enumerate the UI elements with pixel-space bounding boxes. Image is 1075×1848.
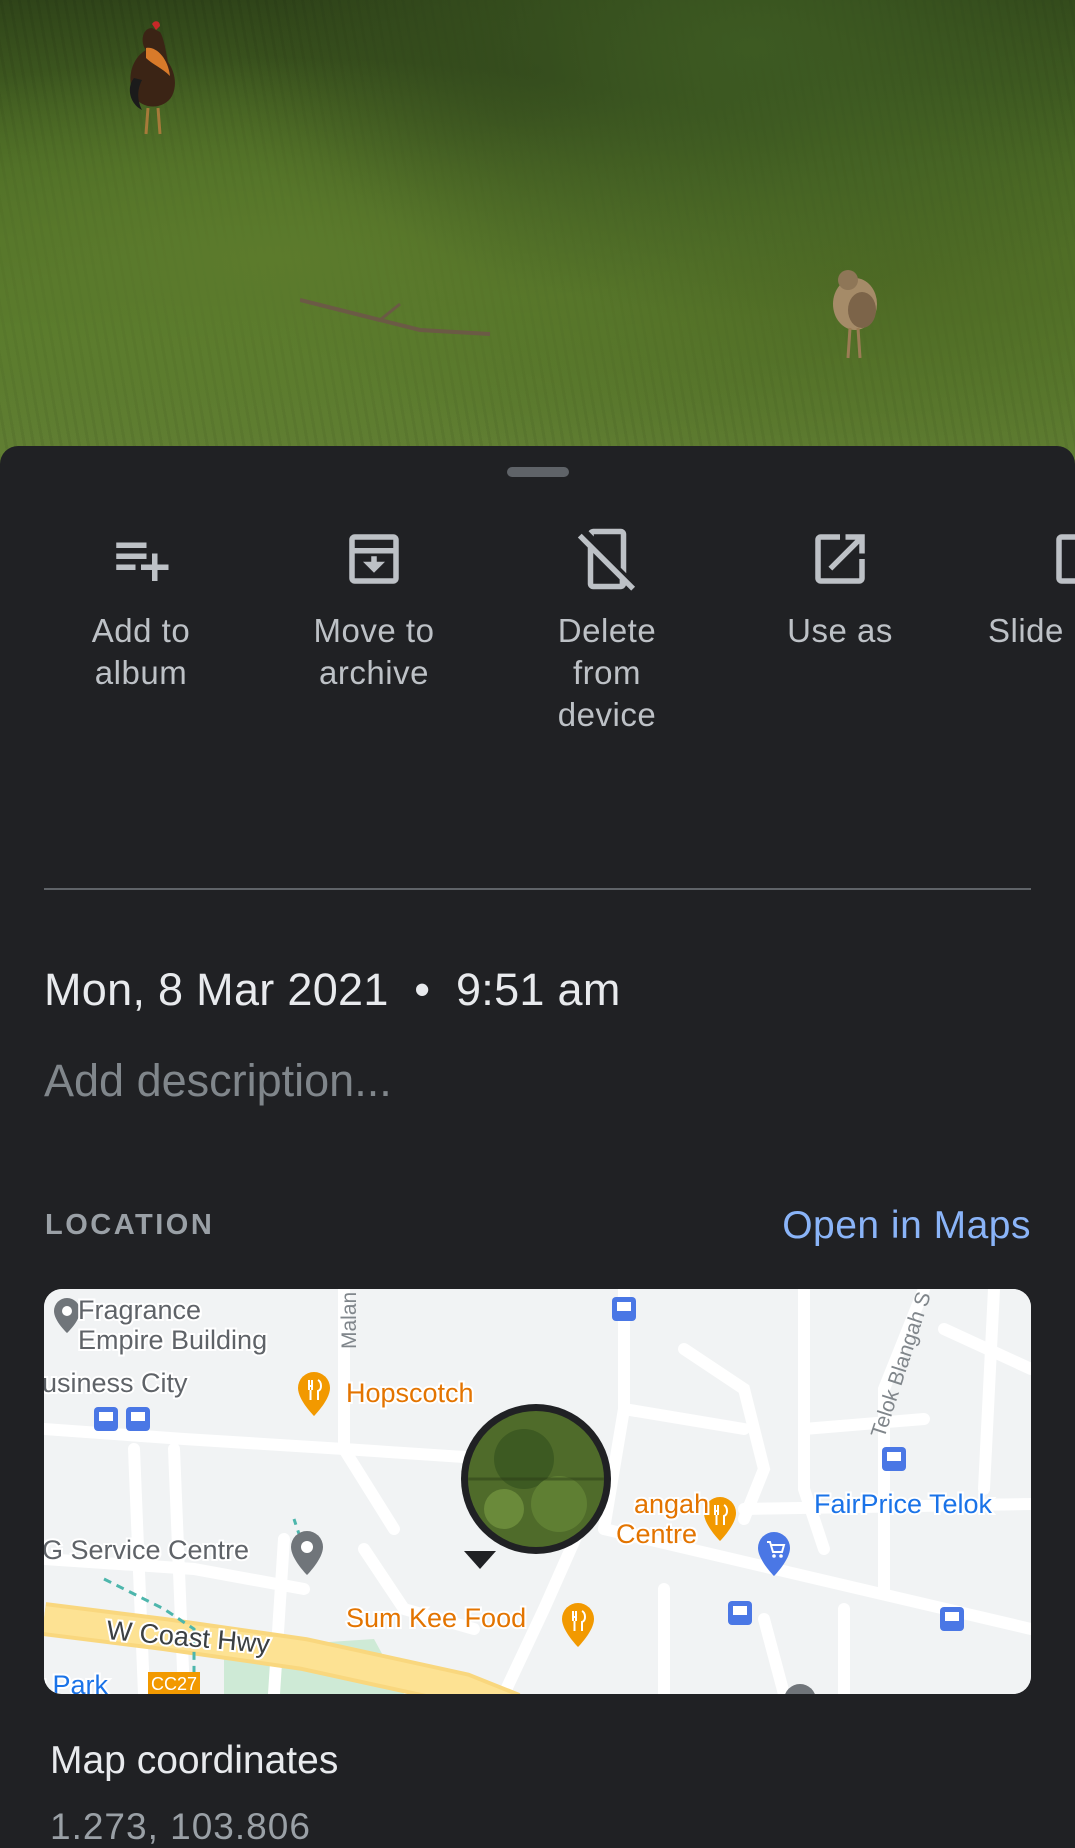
- open-in-new-icon: [815, 534, 865, 584]
- dove-figure: [833, 270, 877, 359]
- add-to-album-button[interactable]: Add to album: [46, 526, 236, 694]
- move-to-archive-label: Move to archive: [313, 612, 435, 691]
- sheet-drag-handle[interactable]: [507, 467, 569, 477]
- map-label-cc27: CC27: [151, 1674, 197, 1694]
- map-label-hopscotch: Hopscotch: [346, 1378, 474, 1408]
- archive-icon: [349, 534, 399, 584]
- map-label-service-centre: G Service Centre: [44, 1535, 249, 1565]
- bus-stop-icon: [612, 1297, 636, 1321]
- map-canvas: Fragrance Empire Building usiness City H…: [44, 1289, 1031, 1694]
- phone-off-icon: [577, 528, 636, 591]
- playlist-add-icon: [116, 542, 169, 581]
- bus-stop-icon: [126, 1407, 150, 1431]
- slideshow-button[interactable]: Slide: [978, 526, 1075, 652]
- add-description-field[interactable]: Add description...: [44, 1053, 392, 1109]
- map-coordinates-title: Map coordinates: [50, 1739, 339, 1782]
- map-label-fragrance: Fragrance: [78, 1295, 201, 1325]
- map-label-centre: Centre: [616, 1519, 697, 1549]
- use-as-label: Use as: [787, 612, 893, 649]
- delete-from-device-button[interactable]: Delete from device: [512, 526, 702, 736]
- action-row: Add to album Move to archive Delete from…: [0, 526, 1075, 1847]
- twig-figure: [300, 298, 491, 336]
- map-label-business-city: usiness City: [44, 1368, 188, 1398]
- add-to-album-label: Add to album: [91, 612, 191, 691]
- location-section-label: LOCATION: [45, 1209, 215, 1241]
- bus-stop-icon: [882, 1447, 906, 1471]
- move-to-archive-button[interactable]: Move to archive: [279, 526, 469, 694]
- section-divider: [44, 888, 1031, 890]
- map-label-bangah: angah: [634, 1489, 709, 1519]
- location-map[interactable]: Fragrance Empire Building usiness City H…: [44, 1289, 1031, 1694]
- rooster-figure: [129, 21, 175, 135]
- map-coordinates-value: 1.273, 103.806: [50, 1806, 311, 1847]
- slideshow-label: Slide: [988, 612, 1064, 649]
- map-label-fairprice: FairPrice Telok: [814, 1489, 993, 1519]
- delete-from-device-label: Delete from device: [557, 612, 657, 733]
- slideshow-icon: [1056, 534, 1075, 584]
- open-in-maps-link[interactable]: Open in Maps: [782, 1204, 1031, 1248]
- photo-preview[interactable]: [0, 0, 1075, 470]
- use-as-button[interactable]: Use as: [745, 526, 935, 652]
- bus-stop-icon: [728, 1601, 752, 1625]
- map-label-empire: Empire Building: [78, 1325, 267, 1355]
- photo-datetime: Mon, 8 Mar 2021 • 9:51 am: [44, 964, 621, 1015]
- details-sheet: Add to album Move to archive Delete from…: [0, 446, 1075, 1847]
- map-label-park: r Park: [44, 1670, 109, 1694]
- map-label-sum-kee: Sum Kee Food: [346, 1603, 526, 1633]
- map-label-malan: Malan: [338, 1292, 361, 1349]
- bus-stop-icon: [940, 1607, 964, 1631]
- bus-stop-icon: [94, 1407, 118, 1431]
